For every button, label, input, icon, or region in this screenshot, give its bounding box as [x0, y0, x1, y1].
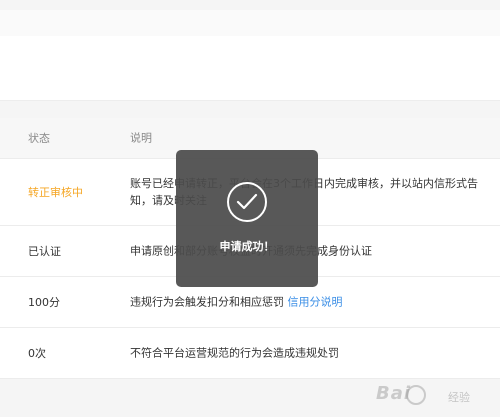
- watermark-suffix: 经验: [448, 391, 470, 404]
- row-description: 不符合平台运营规范的行为会造成违规处罚: [130, 346, 339, 360]
- top-strip: [0, 0, 500, 10]
- section-gap: [0, 101, 500, 118]
- paw-logo-icon: [406, 385, 426, 405]
- row-description: 违规行为会触发扣分和相应惩罚 信用分说明: [130, 294, 496, 311]
- credit-explanation-link[interactable]: 信用分说明: [288, 296, 343, 309]
- toast-message: 申请成功！: [219, 240, 275, 253]
- status-badge: 转正审核中: [28, 186, 83, 199]
- row-description-text: 违规行为会触发扣分和相应惩罚: [130, 295, 284, 309]
- credit-score: 100分: [28, 296, 60, 309]
- baidu-watermark: Bai 经验: [376, 383, 494, 411]
- status-text: 已认证: [28, 245, 61, 258]
- header-description: 说明: [130, 131, 152, 145]
- table-row: 0次 不符合平台运营规范的行为会造成违规处罚: [0, 328, 500, 379]
- top-band: [0, 10, 500, 37]
- success-toast: 申请成功！: [176, 150, 318, 287]
- header-status: 状态: [28, 132, 50, 145]
- checkmark-circle-icon: [227, 182, 267, 222]
- checkmark-icon: [236, 193, 258, 210]
- blank-card: [0, 36, 500, 101]
- violation-count: 0次: [28, 347, 46, 360]
